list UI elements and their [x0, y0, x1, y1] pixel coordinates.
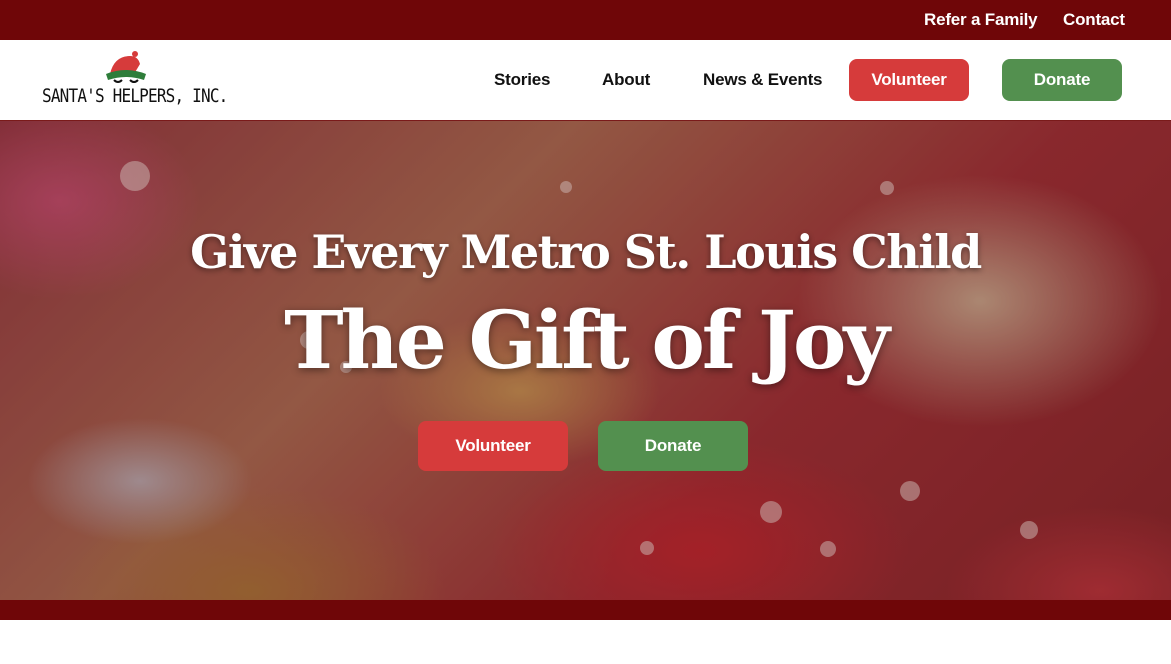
nav-news-events[interactable]: News & Events: [703, 70, 822, 90]
nav-about[interactable]: About: [602, 70, 650, 90]
refer-a-family-link[interactable]: Refer a Family: [924, 10, 1038, 30]
header-donate-button[interactable]: Donate: [1002, 59, 1122, 101]
top-utility-bar: Refer a Family Contact: [0, 0, 1171, 40]
logo-wordmark: SANTA'S HELPERS, INC.: [42, 84, 228, 107]
hero-heading: The Gift of Joy: [284, 293, 890, 387]
hero-banner: Give Every Metro St. Louis Child The Gif…: [0, 121, 1171, 600]
site-logo[interactable]: SANTA'S HELPERS, INC.: [42, 50, 228, 112]
elf-hat-icon: [106, 51, 146, 83]
hero-bottom-bar: [0, 600, 1171, 620]
hero-volunteer-button[interactable]: Volunteer: [418, 421, 568, 471]
hero-donate-button[interactable]: Donate: [598, 421, 748, 471]
contact-link[interactable]: Contact: [1063, 10, 1125, 30]
site-header: SANTA'S HELPERS, INC. Stories About News…: [0, 40, 1171, 121]
nav-stories[interactable]: Stories: [494, 70, 550, 90]
hero-subheading: Give Every Metro St. Louis Child: [190, 225, 982, 279]
header-volunteer-button[interactable]: Volunteer: [849, 59, 969, 101]
